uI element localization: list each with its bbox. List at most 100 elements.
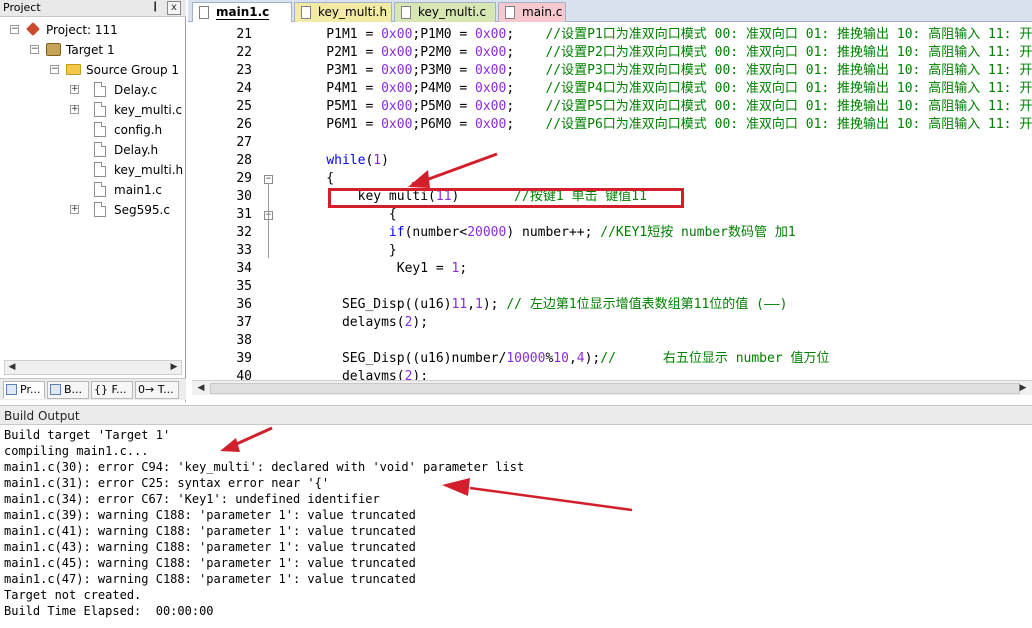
tab-label: key_multi.h	[318, 5, 388, 19]
tree-node[interactable]: key_multi.h	[0, 160, 184, 180]
line-number: 26	[236, 117, 252, 132]
line-number: 37	[236, 315, 252, 330]
code-token: 11	[451, 297, 468, 312]
tree-node-label: Delay.c	[114, 83, 158, 97]
tab-books[interactable]: B...	[47, 381, 89, 399]
tree-node-label: main1.c	[114, 183, 163, 197]
code-line: {	[295, 206, 397, 224]
project-horizontal-scrollbar[interactable]: ◀ ▶	[4, 360, 182, 375]
scroll-left-icon[interactable]: ◀	[194, 382, 208, 395]
tree-node[interactable]: config.h	[0, 120, 184, 140]
tab-templates[interactable]: 0→ T...	[135, 381, 179, 399]
tab-project[interactable]: Pr...	[3, 381, 45, 399]
target-icon	[46, 43, 61, 56]
code-token: P6M1 =	[295, 117, 382, 132]
code-token: );	[482, 297, 507, 312]
code-token: 10000	[506, 351, 546, 366]
code-token: ;P1M0 =	[412, 27, 476, 42]
tree-node[interactable]: − Target 1	[0, 40, 184, 60]
expand-icon[interactable]: +	[70, 205, 79, 214]
code-token: ;	[506, 117, 546, 132]
file-icon	[94, 122, 106, 137]
tree-node[interactable]: − Project: 111	[0, 20, 184, 40]
code-line: {	[295, 170, 334, 188]
tree-node[interactable]: + Delay.c	[0, 80, 184, 100]
tree-node[interactable]: + key_multi.c	[0, 100, 184, 120]
tree-node[interactable]: Delay.h	[0, 140, 184, 160]
code-line: SEG_Disp((u16)number/10000%10,4);// 右五位显…	[295, 350, 830, 368]
code-token: );	[584, 351, 601, 366]
line-number: 23	[236, 63, 252, 78]
line-number: 21	[236, 27, 252, 42]
code-token: 0x00	[381, 63, 413, 78]
code-token: ;P6M0 =	[412, 117, 476, 132]
collapse-icon[interactable]: −	[50, 65, 59, 74]
code-token: P4M1 =	[295, 81, 382, 96]
tree-node[interactable]: + Seg595.c	[0, 200, 184, 220]
code-token: // 右五位显示 number 值万位	[600, 351, 830, 366]
scroll-right-icon[interactable]: ▶	[1016, 382, 1030, 395]
line-number: 33	[236, 243, 252, 258]
file-icon	[401, 6, 411, 19]
scroll-right-icon[interactable]: ▶	[167, 361, 181, 374]
code-token: Key1 =	[295, 261, 452, 276]
code-token: //设置P1口为准双向口模式 00: 准双向口 01: 推挽输出 10: 高阻输…	[545, 27, 1032, 42]
tab-main1-c[interactable]: main1.c	[192, 2, 292, 23]
code-line: P5M1 = 0x00;P5M0 = 0x00; //设置P5口为准双向口模式 …	[295, 98, 1032, 116]
expand-icon[interactable]: +	[70, 85, 79, 94]
tab-label: main.c	[522, 5, 563, 19]
code-token: ;	[506, 45, 546, 60]
file-icon	[301, 6, 311, 19]
code-editor[interactable]: 21 22 23 24 25 26 27 28 29 30 31 32 33 34 35 36 37 38 39 40…	[192, 22, 1032, 380]
code-token: 0x00	[475, 45, 507, 60]
project-icon	[26, 22, 40, 36]
code-line: delayms(2);	[295, 314, 428, 332]
code-token: }	[295, 243, 397, 258]
editor-horizontal-scrollbar[interactable]: ◀ ▶	[192, 380, 1032, 395]
code-token: delayms(	[295, 369, 405, 380]
code-token: //设置P5口为准双向口模式 00: 准双向口 01: 推挽输出 10: 高阻输…	[545, 99, 1032, 114]
code-token: ;	[506, 63, 546, 78]
code-token: 0x00	[381, 27, 413, 42]
tab-key_multi-c[interactable]: key_multi.c	[394, 2, 496, 22]
project-panel-title: Project	[3, 1, 41, 14]
collapse-icon[interactable]: −	[10, 25, 19, 34]
file-icon	[94, 102, 106, 117]
file-icon	[94, 82, 106, 97]
pin-icon[interactable]: ❙	[151, 1, 159, 12]
code-token: while	[326, 153, 366, 168]
scrollbar-thumb[interactable]	[210, 383, 1020, 394]
file-icon	[94, 182, 106, 197]
file-icon	[199, 6, 209, 19]
code-token: ,	[467, 297, 476, 312]
collapse-icon[interactable]: −	[30, 45, 39, 54]
tree-node[interactable]: − Source Group 1	[0, 60, 184, 80]
code-token: P2M1 =	[295, 45, 382, 60]
code-token: 20000	[467, 225, 507, 240]
code-token: 0x00	[381, 45, 413, 60]
scroll-left-icon[interactable]: ◀	[5, 361, 19, 374]
build-output-line: main1.c(41): warning C188: 'parameter 1'…	[4, 524, 416, 538]
expand-icon[interactable]: +	[70, 105, 79, 114]
code-token: {	[295, 207, 397, 222]
tree-node[interactable]: main1.c	[0, 180, 184, 200]
code-token: 10	[553, 351, 569, 366]
ide-window: Project ❙ x − Project: 111− Target 1− Sourc…	[0, 0, 1032, 628]
tree-node-label: Source Group 1	[86, 63, 180, 77]
tab-main-c[interactable]: main.c	[498, 2, 566, 22]
line-number: 22	[236, 45, 252, 60]
code-token: 4	[576, 351, 585, 366]
line-number: 39	[236, 351, 252, 366]
line-number: 32	[236, 225, 252, 240]
line-number: 35	[236, 279, 252, 294]
code-token: 1	[475, 297, 483, 312]
line-number: 25	[236, 99, 252, 114]
tree-node-label: Project: 111	[46, 23, 118, 37]
tab-functions[interactable]: {} F...	[91, 381, 133, 399]
close-icon[interactable]: x	[167, 1, 181, 15]
tab-key_multi-h[interactable]: key_multi.h	[294, 2, 392, 22]
code-token: );	[412, 369, 429, 380]
code-line: delayms(2);	[295, 368, 428, 380]
code-token: P1M1 =	[295, 27, 382, 42]
